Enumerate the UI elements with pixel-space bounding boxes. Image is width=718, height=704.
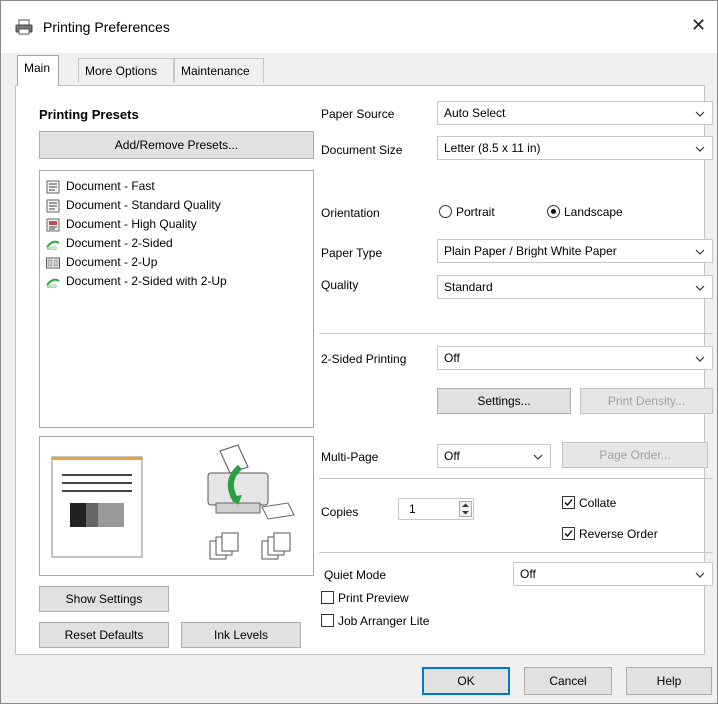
quality-select[interactable]: Standard [437, 275, 713, 299]
reverse-order-label: Reverse Order [579, 527, 658, 541]
quiet-mode-value: Off [520, 567, 536, 581]
copies-label: Copies [321, 505, 359, 519]
check-mark-icon [564, 530, 573, 537]
cancel-button[interactable]: Cancel [524, 667, 612, 695]
chevron-down-icon [695, 356, 705, 362]
preset-label: Document - 2-Up [66, 255, 158, 269]
chevron-down-icon [533, 454, 543, 460]
multi-page-value: Off [444, 449, 460, 463]
chevron-down-icon [695, 146, 705, 152]
show-settings-button[interactable]: Show Settings [39, 586, 169, 612]
multi-page-label: Multi-Page [321, 450, 379, 464]
chevron-down-icon [695, 111, 705, 117]
preset-label: Document - Fast [66, 179, 155, 193]
printer-icon [15, 19, 33, 35]
collate-pages-illustration [209, 532, 291, 560]
list-item[interactable]: Document - Standard Quality [46, 196, 221, 214]
paper-type-select[interactable]: Plain Paper / Bright White Paper [437, 239, 713, 263]
two-sided-printing-value: Off [444, 351, 460, 365]
ok-button[interactable]: OK [422, 667, 510, 695]
portrait-label: Portrait [456, 205, 495, 219]
quality-value: Standard [444, 280, 493, 294]
collate-label: Collate [579, 496, 617, 510]
copies-value: 1 [409, 502, 416, 516]
chevron-down-icon [695, 572, 705, 578]
title-bar: Printing Preferences ✕ [1, 1, 717, 53]
quality-label: Quality [321, 278, 359, 292]
paper-source-select[interactable]: Auto Select [437, 101, 713, 125]
list-item[interactable]: eco Document - 2-Sided [46, 234, 173, 252]
job-arranger-lite-label: Job Arranger Lite [338, 614, 430, 628]
preset-label: Document - 2-Sided with 2-Up [66, 274, 227, 288]
two-sided-printing-label: 2-Sided Printing [321, 352, 407, 366]
add-remove-presets-button[interactable]: Add/Remove Presets... [39, 131, 314, 159]
tab-maintenance[interactable]: Maintenance [174, 58, 264, 83]
close-icon[interactable]: ✕ [691, 15, 706, 36]
list-item[interactable]: Document - Fast [46, 177, 155, 195]
eco-icon: eco [46, 278, 60, 289]
preset-label: Document - High Quality [66, 217, 197, 231]
tab-more-options[interactable]: More Options [78, 58, 174, 83]
document-size-value: Letter (8.5 x 11 in) [444, 141, 541, 155]
printing-preferences-window: Printing Preferences ✕ Main More Options… [0, 0, 718, 704]
landscape-radio[interactable] [547, 205, 560, 218]
section-divider [319, 552, 713, 553]
svg-text:eco: eco [47, 284, 57, 289]
quiet-mode-select[interactable]: Off [513, 562, 713, 586]
list-item[interactable]: Document - High Quality [46, 215, 197, 233]
ink-levels-button[interactable]: Ink Levels [181, 622, 301, 648]
spin-arrows-icon[interactable] [459, 501, 472, 517]
print-preview-label: Print Preview [338, 591, 409, 605]
collate-checkbox[interactable] [562, 496, 575, 509]
preset-label: Document - Standard Quality [66, 198, 221, 212]
reverse-order-checkbox[interactable] [562, 527, 575, 540]
document-icon [46, 180, 60, 194]
two-sided-printing-select[interactable]: Off [437, 346, 713, 370]
eco-icon: eco [46, 240, 60, 251]
print-preview-checkbox[interactable] [321, 591, 334, 604]
help-button[interactable]: Help [626, 667, 712, 695]
landscape-label: Landscape [564, 205, 623, 219]
copies-stepper[interactable]: 1 [398, 498, 474, 520]
job-arranger-lite-checkbox[interactable] [321, 614, 334, 627]
section-divider [319, 478, 713, 479]
print-density-button[interactable]: Print Density... [580, 388, 713, 414]
document-icon [46, 199, 60, 213]
list-item[interactable]: Document - 2-Up [46, 253, 157, 271]
two-up-icon [46, 257, 60, 269]
two-sided-settings-button[interactable]: Settings... [437, 388, 571, 414]
paper-source-label: Paper Source [321, 107, 395, 121]
preset-label: Document - 2-Sided [66, 236, 173, 250]
portrait-radio[interactable] [439, 205, 452, 218]
paper-type-value: Plain Paper / Bright White Paper [444, 244, 617, 258]
document-color-icon [46, 218, 60, 232]
main-tab-panel: Printing Presets Add/Remove Presets... D… [15, 85, 713, 655]
page-order-button[interactable]: Page Order... [562, 442, 708, 468]
orientation-label: Orientation [321, 206, 380, 220]
printer-illustration [207, 444, 295, 520]
paper-type-label: Paper Type [321, 246, 383, 260]
svg-text:eco: eco [47, 246, 57, 251]
tab-main[interactable]: Main [17, 55, 59, 86]
quiet-mode-label: Quiet Mode [324, 568, 387, 582]
printing-presets-heading: Printing Presets [39, 107, 139, 122]
multi-page-select[interactable]: Off [437, 444, 551, 468]
document-size-label: Document Size [321, 143, 403, 157]
list-item[interactable]: eco Document - 2-Sided with 2-Up [46, 272, 227, 290]
print-preview-graphic [39, 436, 314, 576]
reset-defaults-button[interactable]: Reset Defaults [39, 622, 169, 648]
chevron-down-icon [695, 285, 705, 291]
section-divider [319, 333, 713, 334]
chevron-down-icon [695, 249, 705, 255]
document-size-select[interactable]: Letter (8.5 x 11 in) [437, 136, 713, 160]
page-preview-illustration [51, 444, 295, 560]
paper-source-value: Auto Select [444, 106, 506, 120]
check-mark-icon [564, 499, 573, 506]
window-title: Printing Preferences [43, 19, 170, 35]
presets-list[interactable]: Document - Fast Document - Standard Qual… [39, 170, 314, 428]
